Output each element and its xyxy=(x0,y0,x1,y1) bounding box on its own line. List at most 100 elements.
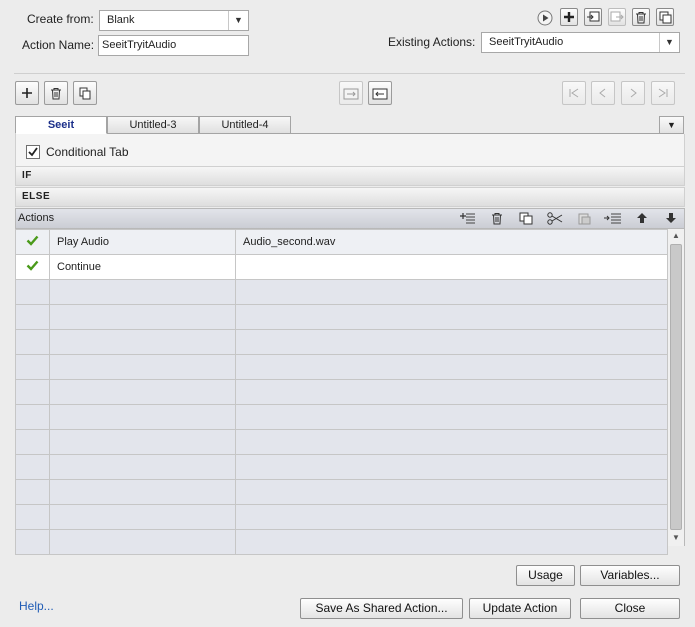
table-row[interactable]: Play Audio Audio_second.wav xyxy=(15,229,668,255)
insert-below-button[interactable] xyxy=(604,211,622,225)
table-row[interactable] xyxy=(15,429,668,455)
value-cell[interactable] xyxy=(235,454,668,480)
duplicate-action-button[interactable] xyxy=(656,8,674,26)
chevron-right-icon xyxy=(630,88,637,98)
paste-row-button[interactable] xyxy=(575,211,593,225)
row-enabled-cell[interactable] xyxy=(15,479,50,505)
create-from-select[interactable]: Blank ▼ xyxy=(99,10,249,31)
action-cell[interactable] xyxy=(49,304,236,330)
table-row[interactable] xyxy=(15,304,668,330)
duplicate-tab-button[interactable] xyxy=(73,81,97,105)
value-cell[interactable] xyxy=(235,254,668,280)
action-cell[interactable] xyxy=(49,429,236,455)
table-row[interactable] xyxy=(15,379,668,405)
table-row[interactable] xyxy=(15,504,668,530)
row-enabled-cell[interactable] xyxy=(15,254,50,280)
scrollbar-thumb[interactable] xyxy=(670,244,682,530)
existing-actions-select[interactable]: SeeitTryitAudio ▼ xyxy=(481,32,680,53)
if-section[interactable]: IF xyxy=(15,166,685,186)
checkmark-icon xyxy=(28,147,38,157)
row-enabled-cell[interactable] xyxy=(15,379,50,405)
first-tab-button[interactable] xyxy=(562,81,586,105)
delete-row-button[interactable] xyxy=(488,211,506,225)
value-cell[interactable] xyxy=(235,429,668,455)
else-section[interactable]: ELSE xyxy=(15,187,685,207)
action-cell[interactable] xyxy=(49,329,236,355)
value-cell[interactable] xyxy=(235,354,668,380)
preview-button[interactable] xyxy=(537,10,553,26)
scroll-down-arrow-icon[interactable]: ▼ xyxy=(668,531,684,545)
update-action-button[interactable]: Update Action xyxy=(469,598,571,619)
table-row[interactable] xyxy=(15,529,668,555)
action-cell[interactable] xyxy=(49,479,236,505)
add-action-button[interactable] xyxy=(560,8,578,26)
action-cell[interactable]: Continue xyxy=(49,254,236,280)
cut-row-button[interactable] xyxy=(546,211,564,225)
action-cell[interactable] xyxy=(49,279,236,305)
usage-button[interactable]: Usage xyxy=(516,565,575,586)
value-cell[interactable] xyxy=(235,479,668,505)
next-tab-button[interactable] xyxy=(621,81,645,105)
tab-seeit[interactable]: Seeit xyxy=(15,116,107,134)
value-cell[interactable]: Audio_second.wav xyxy=(235,229,668,255)
chevron-down-icon: ▼ xyxy=(228,11,248,30)
action-cell[interactable] xyxy=(49,354,236,380)
close-button[interactable]: Close xyxy=(580,598,680,619)
existing-actions-value: SeeitTryitAudio xyxy=(489,36,564,48)
save-as-shared-action-button[interactable]: Save As Shared Action... xyxy=(300,598,463,619)
move-up-button[interactable] xyxy=(633,211,651,225)
row-enabled-cell[interactable] xyxy=(15,504,50,530)
table-row[interactable] xyxy=(15,454,668,480)
value-cell[interactable] xyxy=(235,329,668,355)
action-cell[interactable] xyxy=(49,379,236,405)
help-link[interactable]: Help... xyxy=(19,599,54,613)
move-down-button[interactable] xyxy=(662,211,680,225)
action-name-field[interactable]: SeeitTryitAudio xyxy=(98,35,249,56)
row-enabled-cell[interactable] xyxy=(15,529,50,555)
row-enabled-cell[interactable] xyxy=(15,404,50,430)
table-row[interactable] xyxy=(15,404,668,430)
paste-tab-button[interactable] xyxy=(339,81,363,105)
scroll-up-arrow-icon[interactable]: ▲ xyxy=(668,229,684,243)
scrollbar[interactable]: ▲ ▼ xyxy=(667,229,684,546)
delete-action-button[interactable] xyxy=(632,8,650,26)
table-row[interactable] xyxy=(15,354,668,380)
tab-untitled-4[interactable]: Untitled-4 xyxy=(199,116,291,134)
table-row[interactable] xyxy=(15,479,668,505)
value-cell[interactable] xyxy=(235,279,668,305)
value-cell[interactable] xyxy=(235,379,668,405)
insert-action-button[interactable] xyxy=(459,211,477,225)
table-row[interactable] xyxy=(15,279,668,305)
copy-tab-button[interactable] xyxy=(368,81,392,105)
action-cell[interactable] xyxy=(49,504,236,530)
table-row[interactable]: Continue xyxy=(15,254,668,280)
tab-list-dropdown[interactable]: ▼ xyxy=(659,116,684,134)
skip-last-icon xyxy=(658,88,668,98)
copy-row-button[interactable] xyxy=(517,211,535,225)
action-cell[interactable]: Play Audio xyxy=(49,229,236,255)
tab-untitled-3[interactable]: Untitled-3 xyxy=(107,116,199,134)
last-tab-button[interactable] xyxy=(651,81,675,105)
action-cell[interactable] xyxy=(49,404,236,430)
row-enabled-cell[interactable] xyxy=(15,329,50,355)
row-enabled-cell[interactable] xyxy=(15,279,50,305)
import-action-button[interactable] xyxy=(584,8,602,26)
conditional-tab-checkbox[interactable] xyxy=(26,145,40,159)
action-cell[interactable] xyxy=(49,454,236,480)
value-cell[interactable] xyxy=(235,404,668,430)
previous-tab-button[interactable] xyxy=(591,81,615,105)
row-enabled-cell[interactable] xyxy=(15,454,50,480)
variables-button[interactable]: Variables... xyxy=(580,565,680,586)
value-cell[interactable] xyxy=(235,304,668,330)
add-tab-button[interactable] xyxy=(15,81,39,105)
value-cell[interactable] xyxy=(235,504,668,530)
value-cell[interactable] xyxy=(235,529,668,555)
row-enabled-cell[interactable] xyxy=(15,354,50,380)
delete-tab-button[interactable] xyxy=(44,81,68,105)
row-enabled-cell[interactable] xyxy=(15,304,50,330)
table-row[interactable] xyxy=(15,329,668,355)
row-enabled-cell[interactable] xyxy=(15,229,50,255)
action-cell[interactable] xyxy=(49,529,236,555)
row-enabled-cell[interactable] xyxy=(15,429,50,455)
export-action-button[interactable] xyxy=(608,8,626,26)
